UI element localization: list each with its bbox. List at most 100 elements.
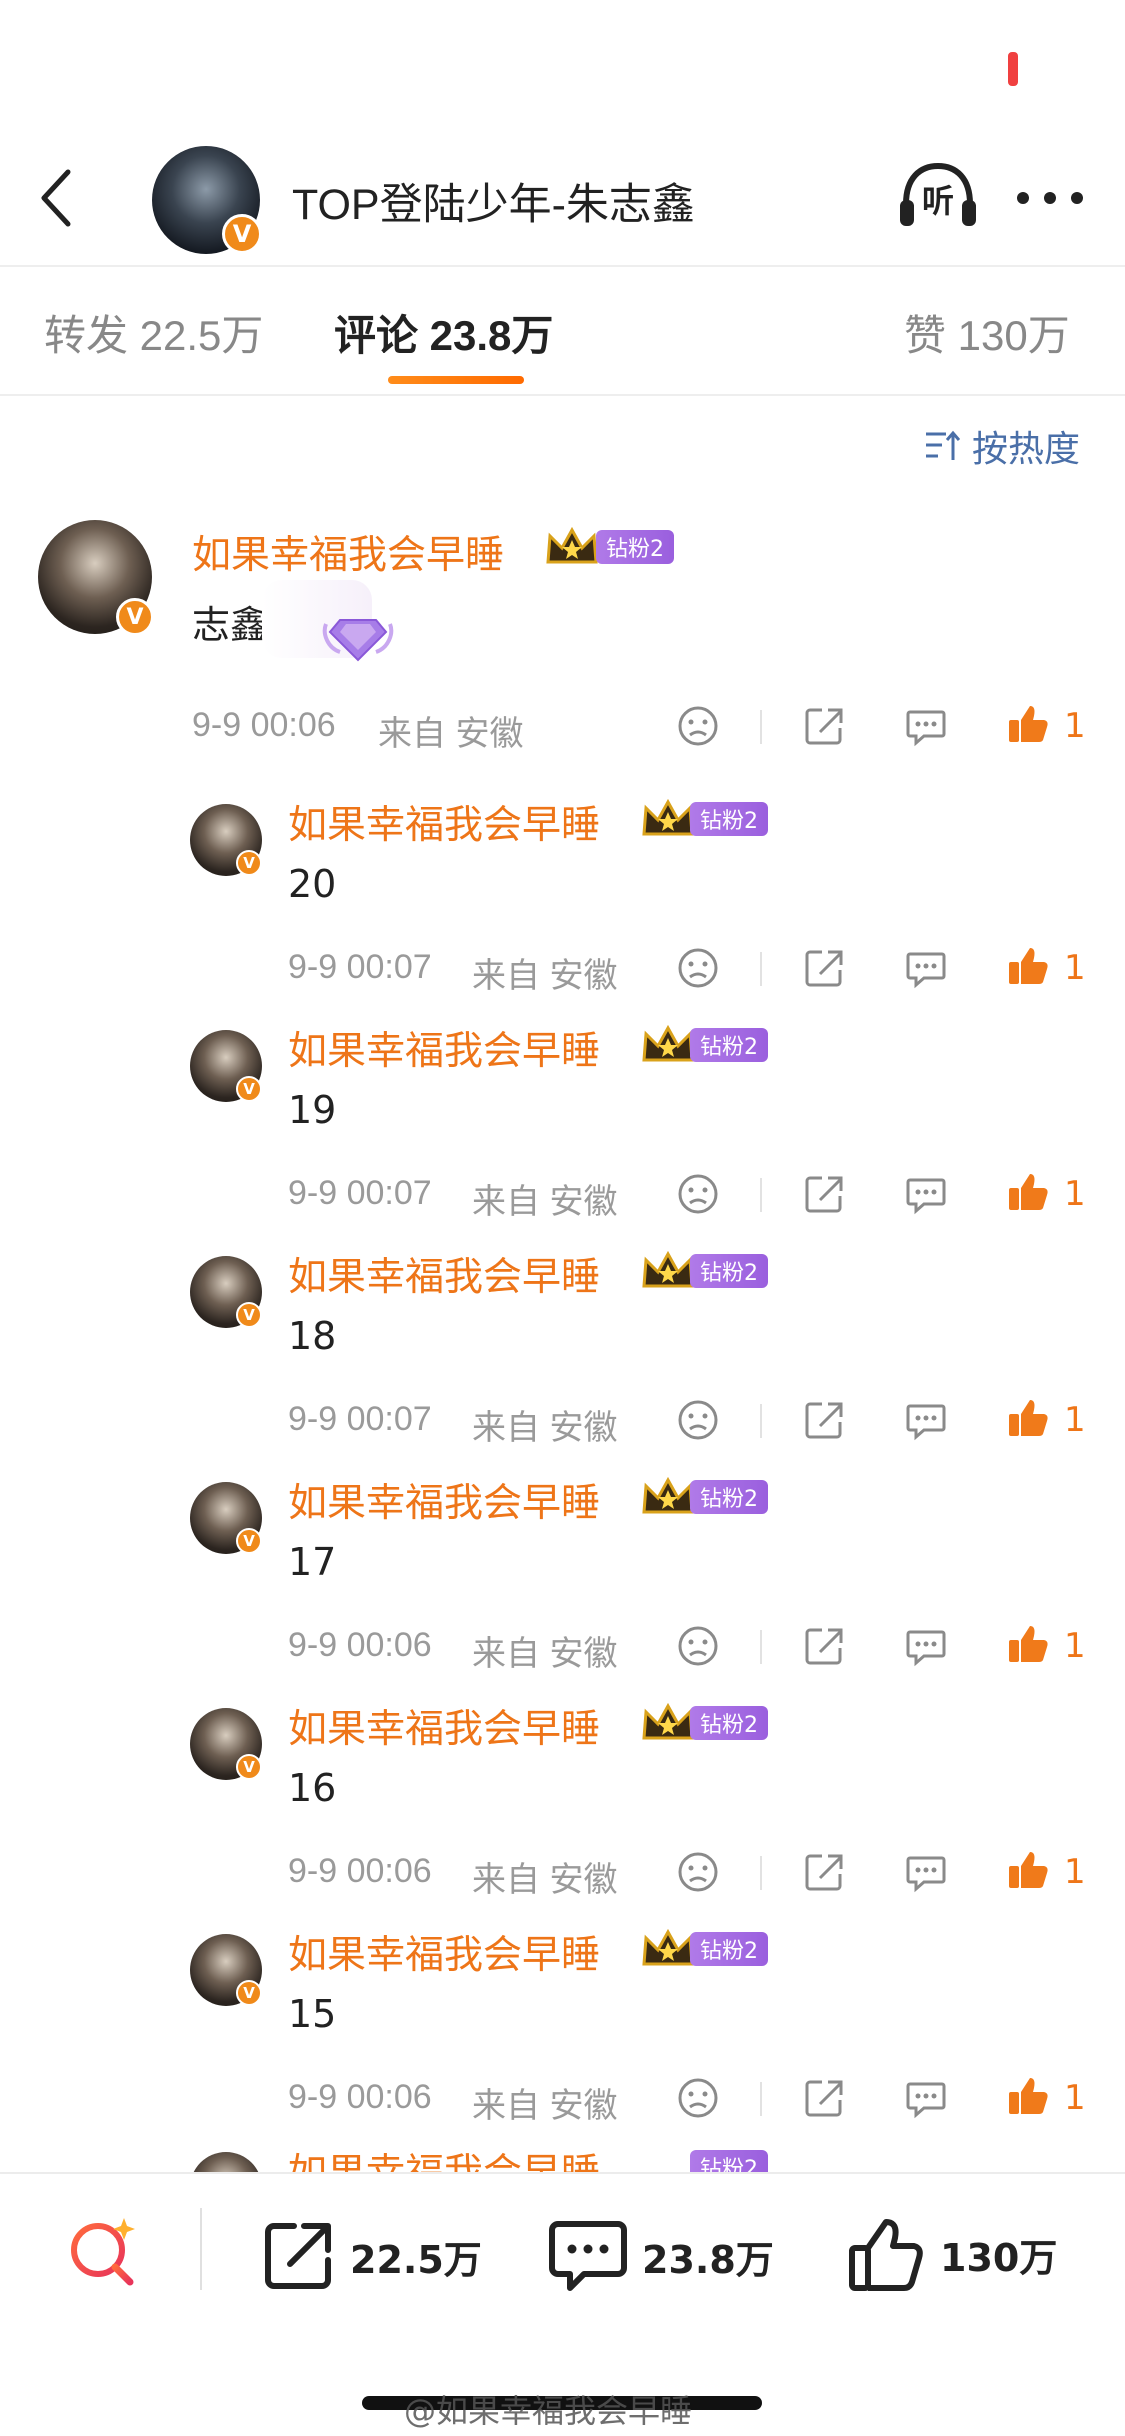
sort-by-hot-button[interactable]: 按热度	[924, 420, 1080, 472]
reply-username[interactable]: 如果幸福我会早睡	[288, 1020, 600, 1076]
header-title[interactable]: TOP登陆少年-朱志鑫	[292, 170, 695, 232]
like-count: 1	[1064, 1626, 1086, 1666]
dislike-face-icon[interactable]	[676, 946, 720, 990]
search-sparkle-icon[interactable]	[66, 2214, 140, 2288]
reply-comment-icon[interactable]	[904, 1624, 948, 1668]
reply-username[interactable]: 如果幸福我会早睡	[288, 1698, 600, 1754]
commenter-username[interactable]: 如果幸福我会早睡	[192, 524, 504, 580]
share-icon[interactable]	[802, 704, 846, 748]
reply-comment-icon[interactable]	[904, 1850, 948, 1894]
listen-headphones-icon[interactable]: 听	[896, 160, 980, 230]
tab-reposts[interactable]: 转发 22.5万	[44, 302, 263, 363]
tab-likes[interactable]: 赞 130万	[904, 302, 1070, 363]
reply-username[interactable]: 如果幸福我会早睡	[288, 2148, 600, 2172]
like-count: 1	[1064, 1400, 1086, 1440]
header-divider	[0, 265, 1125, 267]
verified-badge: V	[116, 598, 154, 636]
reply-location: 来自 安徽	[472, 957, 618, 995]
like-thumb-icon[interactable]	[1006, 1170, 1050, 1214]
repost-button[interactable]: 22.5万	[260, 2218, 482, 2294]
active-tab-indicator	[388, 376, 524, 384]
repost-count: 22.5万	[350, 2237, 482, 2282]
action-divider	[760, 710, 762, 744]
partial-reply-row: 如果幸福我会早睡 钻粉2	[0, 2148, 1125, 2172]
listen-label: 听	[922, 182, 954, 220]
share-icon[interactable]	[802, 946, 846, 990]
fan-level-badge: 钻粉2	[596, 530, 674, 564]
dislike-face-icon[interactable]	[676, 2076, 720, 2120]
share-icon[interactable]	[802, 1624, 846, 1668]
dislike-face-icon[interactable]	[676, 1172, 720, 1216]
reply-text: 15	[288, 1992, 337, 2036]
dislike-face-icon[interactable]	[676, 1624, 720, 1668]
reply-comment-icon[interactable]	[904, 1398, 948, 1442]
thumbs-up-icon	[849, 2219, 923, 2291]
reply-time: 9-9 00:06	[288, 2078, 432, 2116]
like-count: 1	[1064, 2078, 1086, 2118]
reply-comment-icon[interactable]	[904, 704, 948, 748]
like-count: 1	[1064, 1852, 1086, 1892]
comment-location: 来自 安徽	[378, 715, 524, 753]
reply-comment-icon[interactable]	[904, 1172, 948, 1216]
reply-location: 来自 安徽	[472, 1409, 618, 1447]
reply-text: 17	[288, 1540, 337, 1584]
reply-comment-icon[interactable]	[904, 2076, 948, 2120]
fan-level-badge: 钻粉2	[690, 1480, 768, 1514]
watermark: @如果幸福我会早睡	[404, 2392, 693, 2430]
dislike-face-icon[interactable]	[676, 1850, 720, 1894]
action-divider	[760, 1404, 762, 1438]
comment-time: 9-9 00:06	[192, 706, 336, 744]
crown-icon	[642, 1702, 694, 1740]
action-divider	[760, 2082, 762, 2116]
reply-comment-icon[interactable]	[904, 946, 948, 990]
verified-badge: V	[236, 1980, 262, 2006]
verified-badge: V	[236, 1528, 262, 1554]
dislike-face-icon[interactable]	[676, 1398, 720, 1442]
like-thumb-icon[interactable]	[1006, 2074, 1050, 2118]
like-thumb-icon[interactable]	[1006, 1396, 1050, 1440]
verified-badge: V	[236, 1754, 262, 1780]
reply-time: 9-9 00:06	[288, 1852, 432, 1890]
verified-badge: V	[222, 214, 262, 254]
reply-time: 9-9 00:07	[288, 948, 432, 986]
battery-indicator	[1008, 52, 1018, 86]
bottom-bar-divider	[0, 2172, 1125, 2174]
crown-icon	[642, 1024, 694, 1062]
comment-button[interactable]: 23.8万	[548, 2218, 774, 2294]
like-count: 1	[1064, 1174, 1086, 1214]
share-icon[interactable]	[802, 1172, 846, 1216]
share-icon[interactable]	[802, 2076, 846, 2120]
crown-icon	[642, 1928, 694, 1966]
like-thumb-icon[interactable]	[1006, 1622, 1050, 1666]
reply-avatar[interactable]	[190, 2152, 262, 2172]
reply-username[interactable]: 如果幸福我会早睡	[288, 1472, 600, 1528]
share-icon[interactable]	[802, 1850, 846, 1894]
like-count: 1	[1064, 948, 1086, 988]
dislike-face-icon[interactable]	[676, 704, 720, 748]
fan-level-badge: 钻粉2	[690, 1028, 768, 1062]
reply-location: 来自 安徽	[472, 1635, 618, 1673]
sort-icon	[926, 430, 960, 460]
reply-username[interactable]: 如果幸福我会早睡	[288, 794, 600, 850]
reply-text: 18	[288, 1314, 337, 1358]
like-thumb-icon[interactable]	[1006, 702, 1050, 746]
tab-comments[interactable]: 评论 23.8万	[334, 302, 553, 363]
reply-location: 来自 安徽	[472, 2087, 618, 2125]
share-icon[interactable]	[802, 1398, 846, 1442]
back-arrow-icon[interactable]	[36, 168, 76, 228]
reply-text: 20	[288, 862, 337, 906]
comment-text: 志鑫	[192, 603, 269, 647]
reply-text: 16	[288, 1766, 337, 1810]
like-thumb-icon[interactable]	[1006, 944, 1050, 988]
more-options-icon[interactable]	[1015, 188, 1085, 208]
action-divider	[760, 1856, 762, 1890]
tabs-divider	[0, 394, 1125, 396]
like-thumb-icon[interactable]	[1006, 1848, 1050, 1892]
fan-level-badge: 钻粉2	[690, 1932, 768, 1966]
share-icon	[265, 2223, 331, 2289]
like-button[interactable]: 130万	[846, 2214, 1057, 2294]
reply-username[interactable]: 如果幸福我会早睡	[288, 1924, 600, 1980]
crown-icon	[546, 526, 598, 564]
reply-username[interactable]: 如果幸福我会早睡	[288, 1246, 600, 1302]
comment-count: 23.8万	[642, 2237, 774, 2282]
